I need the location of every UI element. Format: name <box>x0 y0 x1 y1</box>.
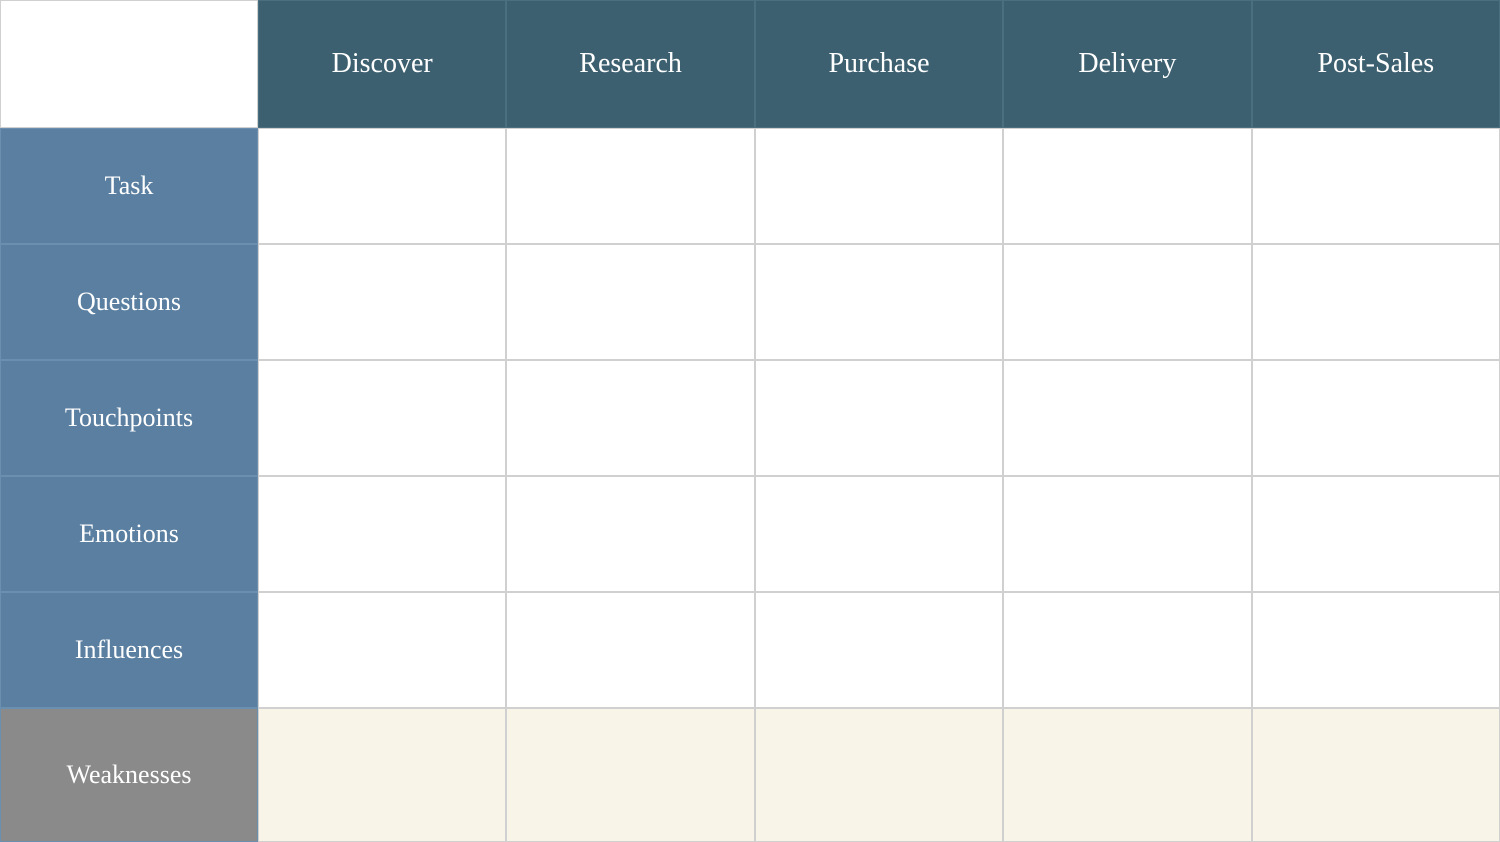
cell-task-discover[interactable] <box>258 128 506 244</box>
cell-task-delivery[interactable] <box>1003 128 1251 244</box>
cell-touchpoints-delivery[interactable] <box>1003 360 1251 476</box>
cell-emotions-discover[interactable] <box>258 476 506 592</box>
cell-questions-post-sales[interactable] <box>1252 244 1500 360</box>
cell-touchpoints-discover[interactable] <box>258 360 506 476</box>
cell-emotions-post-sales[interactable] <box>1252 476 1500 592</box>
cell-emotions-purchase[interactable] <box>755 476 1003 592</box>
cell-touchpoints-research[interactable] <box>506 360 754 476</box>
cell-emotions-delivery[interactable] <box>1003 476 1251 592</box>
cell-influences-delivery[interactable] <box>1003 592 1251 708</box>
cell-influences-research[interactable] <box>506 592 754 708</box>
cell-questions-discover[interactable] <box>258 244 506 360</box>
cell-weaknesses-purchase[interactable] <box>755 708 1003 842</box>
cell-questions-delivery[interactable] <box>1003 244 1251 360</box>
journey-map-table: Discover Research Purchase Delivery Post… <box>0 0 1500 826</box>
cell-questions-research[interactable] <box>506 244 754 360</box>
cell-touchpoints-post-sales[interactable] <box>1252 360 1500 476</box>
row-header-influences: Influences <box>0 592 258 708</box>
header-post-sales: Post-Sales <box>1252 0 1500 128</box>
row-header-weaknesses: Weaknesses <box>0 708 258 842</box>
cell-influences-post-sales[interactable] <box>1252 592 1500 708</box>
cell-influences-discover[interactable] <box>258 592 506 708</box>
cell-influences-purchase[interactable] <box>755 592 1003 708</box>
cell-task-research[interactable] <box>506 128 754 244</box>
header-empty-cell <box>0 0 258 128</box>
cell-weaknesses-research[interactable] <box>506 708 754 842</box>
header-purchase: Purchase <box>755 0 1003 128</box>
header-research: Research <box>506 0 754 128</box>
header-delivery: Delivery <box>1003 0 1251 128</box>
cell-weaknesses-discover[interactable] <box>258 708 506 842</box>
row-header-questions: Questions <box>0 244 258 360</box>
row-header-task: Task <box>0 128 258 244</box>
cell-task-post-sales[interactable] <box>1252 128 1500 244</box>
cell-touchpoints-purchase[interactable] <box>755 360 1003 476</box>
row-header-emotions: Emotions <box>0 476 258 592</box>
cell-questions-purchase[interactable] <box>755 244 1003 360</box>
cell-weaknesses-delivery[interactable] <box>1003 708 1251 842</box>
cell-task-purchase[interactable] <box>755 128 1003 244</box>
header-discover: Discover <box>258 0 506 128</box>
row-header-touchpoints: Touchpoints <box>0 360 258 476</box>
cell-emotions-research[interactable] <box>506 476 754 592</box>
cell-weaknesses-post-sales[interactable] <box>1252 708 1500 842</box>
